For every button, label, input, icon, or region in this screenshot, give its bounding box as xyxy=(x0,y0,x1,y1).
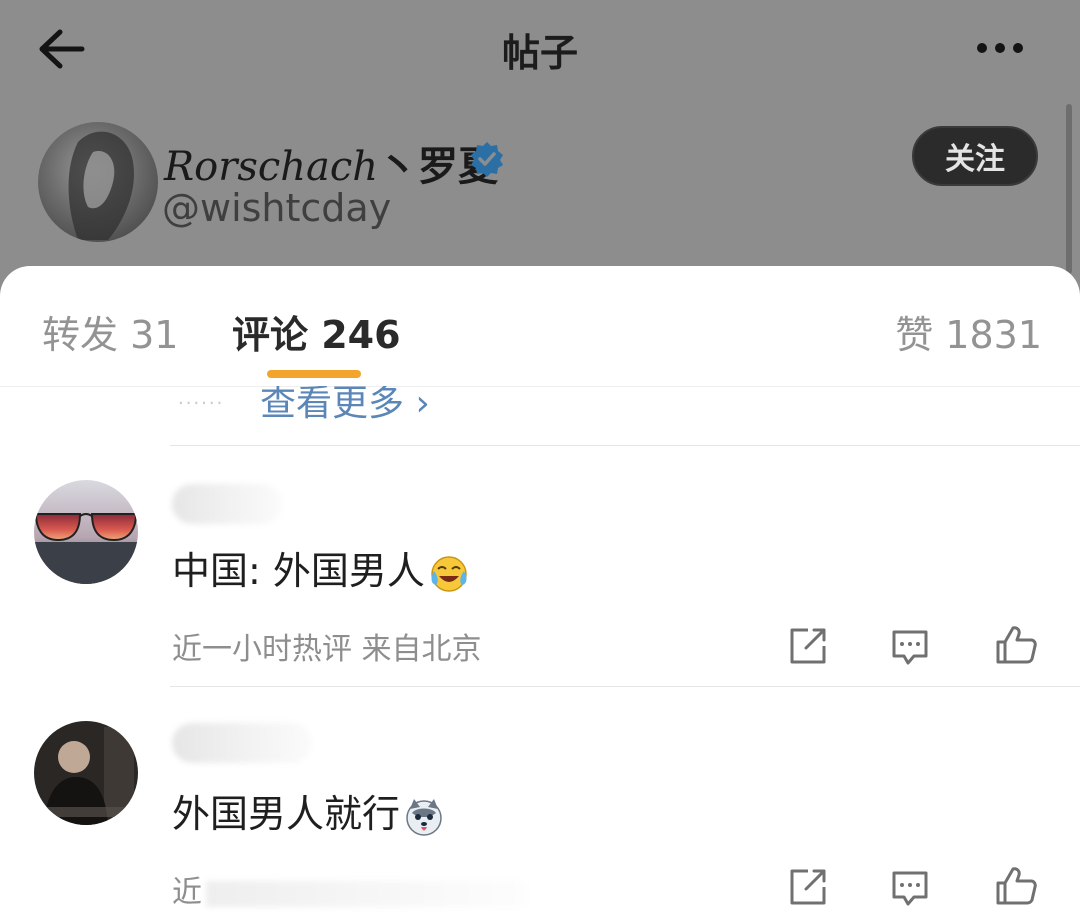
view-more-link[interactable]: 查看更多 › xyxy=(260,386,430,426)
author-name[interactable]: Rorschach丶罗夏 xyxy=(164,134,498,192)
comment-text-content: 中国: 外国男人 xyxy=(172,549,425,593)
author-avatar[interactable] xyxy=(38,122,158,242)
husky-emoji-icon xyxy=(406,798,442,836)
replies-more-row: ...... 查看更多 › xyxy=(0,386,1080,446)
follow-button[interactable]: 关注 xyxy=(912,126,1038,186)
tab-repost[interactable]: 转发 31 xyxy=(42,304,178,359)
comment-text: 中国: 外国男人 xyxy=(172,540,469,595)
commenter-avatar[interactable] xyxy=(34,480,138,584)
post-header-overlay: 帖子 Rorschach丶罗夏 @wishtcday 关注 xyxy=(0,0,1080,300)
reply-comment-icon[interactable] xyxy=(888,624,932,668)
reply-comment-icon[interactable] xyxy=(888,865,932,909)
share-icon[interactable] xyxy=(786,865,830,909)
active-tab-indicator xyxy=(267,370,361,378)
author-handle: @wishtcday xyxy=(162,186,392,230)
comments-sheet: 转发 31 评论 246 赞 1831 ...... 查看更多 › 中国: 外国… xyxy=(0,266,1080,922)
laugh-cry-emoji-icon xyxy=(431,555,467,592)
divider xyxy=(170,686,1080,687)
author-name-latin: Rorschach xyxy=(164,144,379,190)
reply-dots: ...... xyxy=(178,388,225,409)
verified-badge-icon xyxy=(471,142,503,177)
comment-text: 外国男人就行 xyxy=(172,783,444,838)
page-title: 帖子 xyxy=(501,31,578,75)
tab-bar: 转发 31 评论 246 赞 1831 xyxy=(0,266,1080,387)
scroll-indicator xyxy=(1066,104,1072,274)
comment-meta-text: 近 xyxy=(172,875,202,910)
tab-comments[interactable]: 评论 246 xyxy=(232,304,401,359)
more-options-icon[interactable] xyxy=(972,32,1028,62)
like-thumb-icon[interactable] xyxy=(994,863,1038,907)
commenter-avatar[interactable] xyxy=(34,721,138,825)
comment-meta-blurred xyxy=(206,880,526,907)
comment-meta: 近 xyxy=(172,867,526,911)
like-thumb-icon[interactable] xyxy=(994,622,1038,666)
comment-meta: 近一小时热评 来自北京 xyxy=(172,632,482,667)
comment-text-content: 外国男人就行 xyxy=(172,792,401,836)
tab-likes[interactable]: 赞 1831 xyxy=(895,304,1042,359)
divider xyxy=(170,445,1080,446)
share-icon[interactable] xyxy=(786,624,830,668)
commenter-name-blurred[interactable] xyxy=(172,723,312,763)
commenter-name-blurred[interactable] xyxy=(172,484,282,524)
